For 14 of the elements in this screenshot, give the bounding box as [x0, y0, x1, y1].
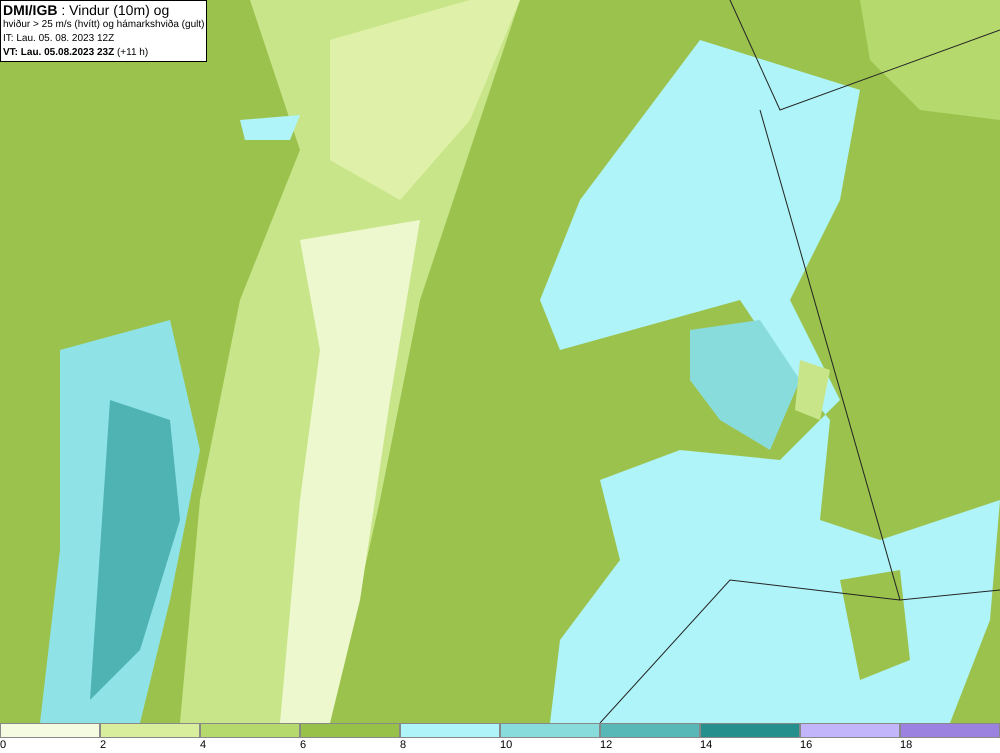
legend-tick-label: 18 [900, 738, 912, 752]
legend-tick-label: 4 [200, 738, 206, 752]
info-line: IT: Lau. 05. 08. 2023 12Z [3, 32, 116, 46]
legend-tick-label: 16 [800, 738, 812, 752]
legend-tick-label: 0 [0, 738, 6, 752]
info-line: hviður > 25 m/s (hvítt) og hámarkshviða (gult) [3, 18, 204, 32]
legend-tick-label: 6 [300, 738, 306, 752]
legend-tick-label: 10 [500, 738, 512, 752]
legend-tick-label: 2 [100, 738, 106, 752]
legend-tick-label: 8 [400, 738, 406, 752]
info-line: DMI/IGB : Vindur (10m) og [3, 2, 170, 18]
legend-tick-label: 12 [600, 738, 612, 752]
info-line: VT: Lau. 05.08.2023 23Z (+11 h) [3, 46, 150, 60]
legend-tick-label: 14 [700, 738, 712, 752]
